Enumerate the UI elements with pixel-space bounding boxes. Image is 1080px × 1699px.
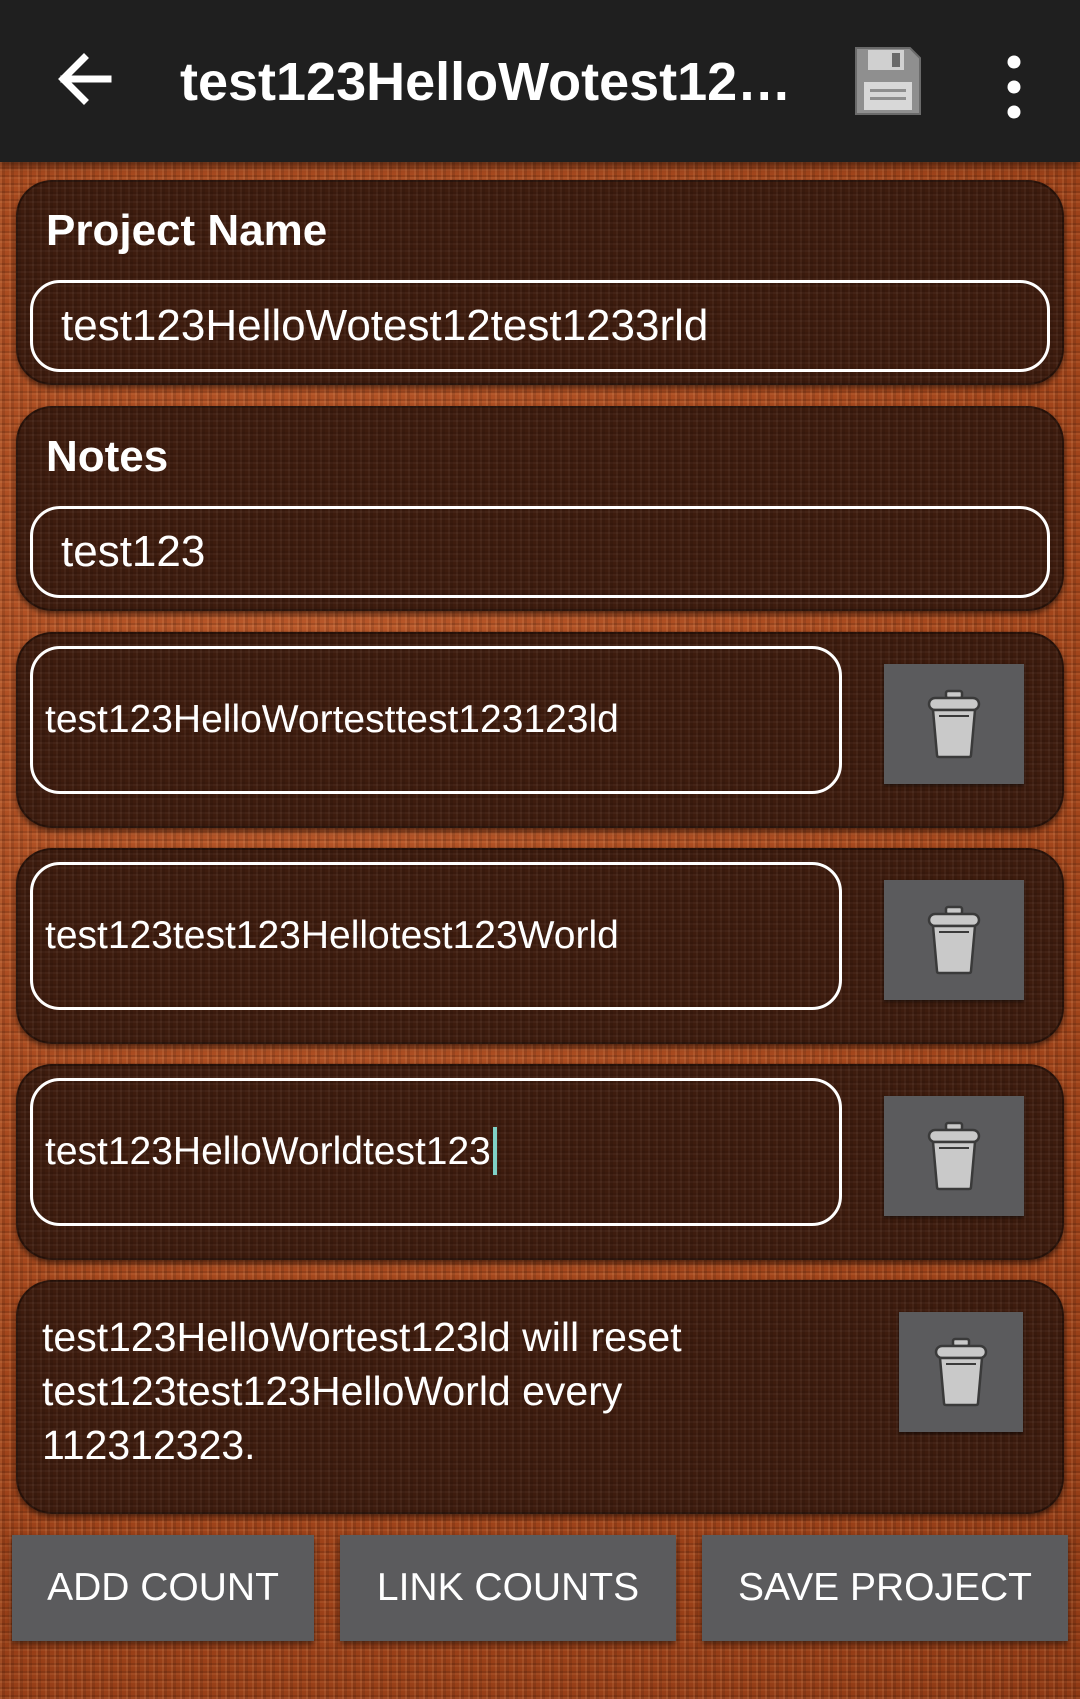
link-card: test123HelloWortest123ld will reset test… <box>16 1280 1064 1514</box>
count-name-input[interactable]: test123HelloWorldtest123 <box>30 1078 842 1226</box>
link-counts-button[interactable]: LINK COUNTS <box>340 1535 676 1641</box>
add-count-button[interactable]: ADD COUNT <box>12 1535 314 1641</box>
notes-card: Notes test123 <box>16 406 1064 611</box>
trash-icon <box>927 1121 981 1191</box>
notes-label: Notes <box>46 432 169 481</box>
count-name-value: test123HelloWorldtest123 <box>45 1130 491 1173</box>
arrow-left-icon <box>58 53 112 105</box>
delete-count-button[interactable] <box>884 664 1024 784</box>
app-bar: test123HelloWotest12test1233rld <box>0 0 1080 162</box>
overflow-menu-button[interactable] <box>996 52 1032 122</box>
count-name-value: test123HelloWortesttest123123ld <box>45 698 619 741</box>
trash-icon <box>927 689 981 759</box>
count-card: test123test123Hellotest123World <box>16 848 1064 1044</box>
delete-count-button[interactable] <box>884 880 1024 1000</box>
count-card: test123HelloWortesttest123123ld <box>16 632 1064 828</box>
project-name-value: test123HelloWotest12test1233rld <box>61 301 709 350</box>
trash-icon <box>927 905 981 975</box>
back-button[interactable] <box>50 44 120 114</box>
text-cursor <box>492 1126 497 1175</box>
count-name-input[interactable]: test123test123Hellotest123World <box>30 862 842 1010</box>
trash-icon <box>934 1337 988 1407</box>
project-name-input[interactable]: test123HelloWotest12test1233rld <box>30 280 1050 372</box>
save-project-button[interactable]: SAVE PROJECT <box>702 1535 1068 1641</box>
count-name-value: test123test123Hellotest123World <box>45 914 619 957</box>
project-name-card: Project Name test123HelloWotest12test123… <box>16 180 1064 385</box>
notes-input[interactable]: test123 <box>30 506 1050 598</box>
delete-count-button[interactable] <box>884 1096 1024 1216</box>
more-vertical-icon <box>1007 55 1021 119</box>
project-name-label: Project Name <box>46 206 328 255</box>
floppy-disk-icon <box>855 47 921 115</box>
app-bar-title: test123HelloWotest12test1233rld <box>180 52 800 112</box>
delete-link-button[interactable] <box>899 1312 1023 1432</box>
count-name-input[interactable]: test123HelloWortesttest123123ld <box>30 646 842 794</box>
link-description: test123HelloWortest123ld will reset test… <box>42 1314 682 1468</box>
count-card: test123HelloWorldtest123 <box>16 1064 1064 1260</box>
save-icon-button[interactable] <box>852 44 924 118</box>
notes-value: test123 <box>61 527 206 576</box>
